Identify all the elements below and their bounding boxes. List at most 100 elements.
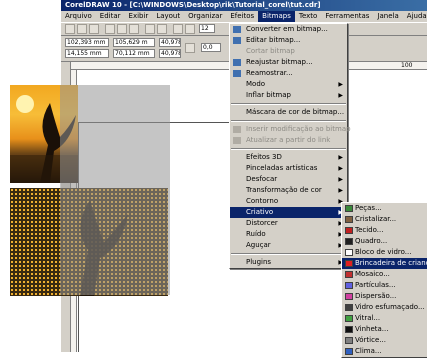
open-icon[interactable] [77,24,87,34]
menu-4[interactable]: Organizar [184,11,226,22]
menu-separator [231,148,346,150]
zoom-field[interactable]: 12 [199,24,215,33]
creative-menu-item[interactable]: Mosaico... [342,269,427,280]
submenu-arrow-icon: ▶ [338,187,343,194]
bitmaps-menu-item[interactable]: Aguçar▶ [230,240,347,251]
creative-menu-item[interactable]: Vitral... [342,313,427,324]
bitmaps-menu-item[interactable]: Modo ▶ [230,79,347,90]
update-icon [233,137,241,144]
resample-icon [233,59,241,66]
new-icon[interactable] [65,24,75,34]
bitmaps-menu-item[interactable]: Efeitos 3D ▶ [230,152,347,163]
creative-menu-item[interactable]: Peças... [342,203,427,214]
creative-menu-item[interactable]: Vinheta... [342,324,427,335]
menu-10[interactable]: Ajuda [403,11,427,22]
convert-icon [233,26,241,33]
creative-menu-item[interactable]: Bloco de vidro... [342,247,427,258]
menu-item-label: Transformação de cor [246,186,322,194]
bitmaps-menu-item[interactable]: Contorno▶ [230,196,347,207]
menu-item-label: Cristalizar... [355,215,397,223]
menu-item-label: Efeitos 3D [246,153,282,161]
menu-5[interactable]: Efeitos [226,11,258,22]
undo-icon[interactable] [145,24,155,34]
menu-9[interactable]: Janela [373,11,402,22]
bitmaps-menu-item[interactable]: Máscara de cor de bitmap... [230,107,347,118]
bitmaps-menu-item[interactable]: Transformação de cor ▶ [230,185,347,196]
menu-1[interactable]: Editar [96,11,125,22]
lock-ratio-icon[interactable] [185,43,195,53]
submenu-arrow-icon: ▶ [338,81,343,88]
fabric-icon [345,227,353,234]
menu-item-label: Brincadeira de criança... [355,259,427,267]
export-icon[interactable] [185,24,195,34]
creative-menu-item[interactable]: Cristalizar... [342,214,427,225]
submenu-arrow-icon: ▶ [338,154,343,161]
scale-y-field[interactable]: 40,978 [159,49,181,58]
bitmaps-menu-item[interactable]: Plugins▶ [230,257,347,268]
bitmaps-menu-item[interactable]: Desfocar ▶ [230,174,347,185]
creative-menu-item[interactable]: Partículas... [342,280,427,291]
bitmaps-menu-item[interactable]: Ruído▶ [230,229,347,240]
menu-item-label: Atualizar a partir do link [246,136,331,144]
paste-icon[interactable] [129,24,139,34]
menu-item-label: Vinheta... [355,325,389,333]
menu-item-label: Vórtice... [355,336,386,344]
menu-0[interactable]: Arquivo [61,11,96,22]
bitmaps-menu-item[interactable]: Converter em bitmap... [230,24,347,35]
menu-3[interactable]: Layout [152,11,184,22]
glass-block-icon [345,249,353,256]
menu-7[interactable]: Texto [295,11,321,22]
bitmaps-menu-item[interactable]: Reajustar bitmap... [230,57,347,68]
copy-icon[interactable] [117,24,127,34]
bitmaps-menu-item[interactable]: Criativo▶ [230,207,347,218]
menu-item-label: Converter em bitmap... [246,25,328,33]
save-icon[interactable] [89,24,99,34]
import-icon[interactable] [173,24,183,34]
submenu-arrow-icon: ▶ [338,165,343,172]
edit-icon [233,37,241,44]
menu-bar: Arquivo Editar Exibir Layout Organizar Efeito… [61,11,427,22]
creative-menu-item[interactable]: Quadro... [342,236,427,247]
bitmaps-menu-item[interactable]: Inflar bitmap ▶ [230,90,347,101]
creative-menu-item[interactable]: Dispersão... [342,291,427,302]
menu-item-label: Bloco de vidro... [355,248,412,256]
particles-icon [345,282,353,289]
bitmaps-menu-item[interactable]: Distorcer▶ [230,218,347,229]
menu-item-label: Peças... [355,204,382,212]
menu-item-label: Criativo [246,208,274,216]
menu-item-label: Partículas... [355,281,396,289]
bitmaps-menu-item[interactable]: Pinceladas artísticas ▶ [230,163,347,174]
bitmaps-menu-item[interactable]: Atualizar a partir do link [230,135,347,146]
redo-icon[interactable] [157,24,167,34]
pieces-icon [345,205,353,212]
menu-8[interactable]: Ferramentas [321,11,373,22]
smoked-glass-icon [345,304,353,311]
crystallize-icon [345,216,353,223]
bitmaps-menu-item[interactable]: Reamostrar... [230,68,347,79]
y-position-field[interactable]: 14,155 mm [65,49,109,58]
menu-item-label: Dispersão... [355,292,397,300]
width-field[interactable]: 105,629 m [113,38,155,47]
link-icon [233,126,241,133]
angle-field[interactable]: 0,0 [201,43,221,52]
scale-x-field[interactable]: 40,978 [159,38,181,47]
creative-menu-item[interactable]: Brincadeira de criança... [342,258,427,269]
menu-separator [231,120,346,122]
x-position-field[interactable]: 102,393 mm [65,38,109,47]
creative-menu-item[interactable]: Vórtice... [342,335,427,346]
menu-2[interactable]: Exibir [125,11,153,22]
menu-item-label: Inserir modificação ao bitmap [246,125,351,133]
bitmaps-menu-item[interactable]: Editar bitmap... [230,35,347,46]
bitmaps-menu-item[interactable]: Inserir modificação ao bitmap [230,124,351,135]
creative-menu-item[interactable]: Vidro esfumaçado... [342,302,427,313]
cut-icon[interactable] [105,24,115,34]
menu-item-label: Vidro esfumaçado... [355,303,425,311]
height-field[interactable]: 70,112 mm [113,49,155,58]
menu-item-label: Ruído [246,230,266,238]
bitmaps-menu-item[interactable]: Cortar bitmap [230,46,347,57]
creative-menu-item[interactable]: Tecido... [342,225,427,236]
submenu-arrow-icon: ▶ [338,176,343,183]
menu-6[interactable]: Bitmaps [258,11,295,22]
grey-overlay [60,85,170,295]
bitmaps-menu: Converter em bitmap... Editar bitmap... Co… [229,23,351,269]
